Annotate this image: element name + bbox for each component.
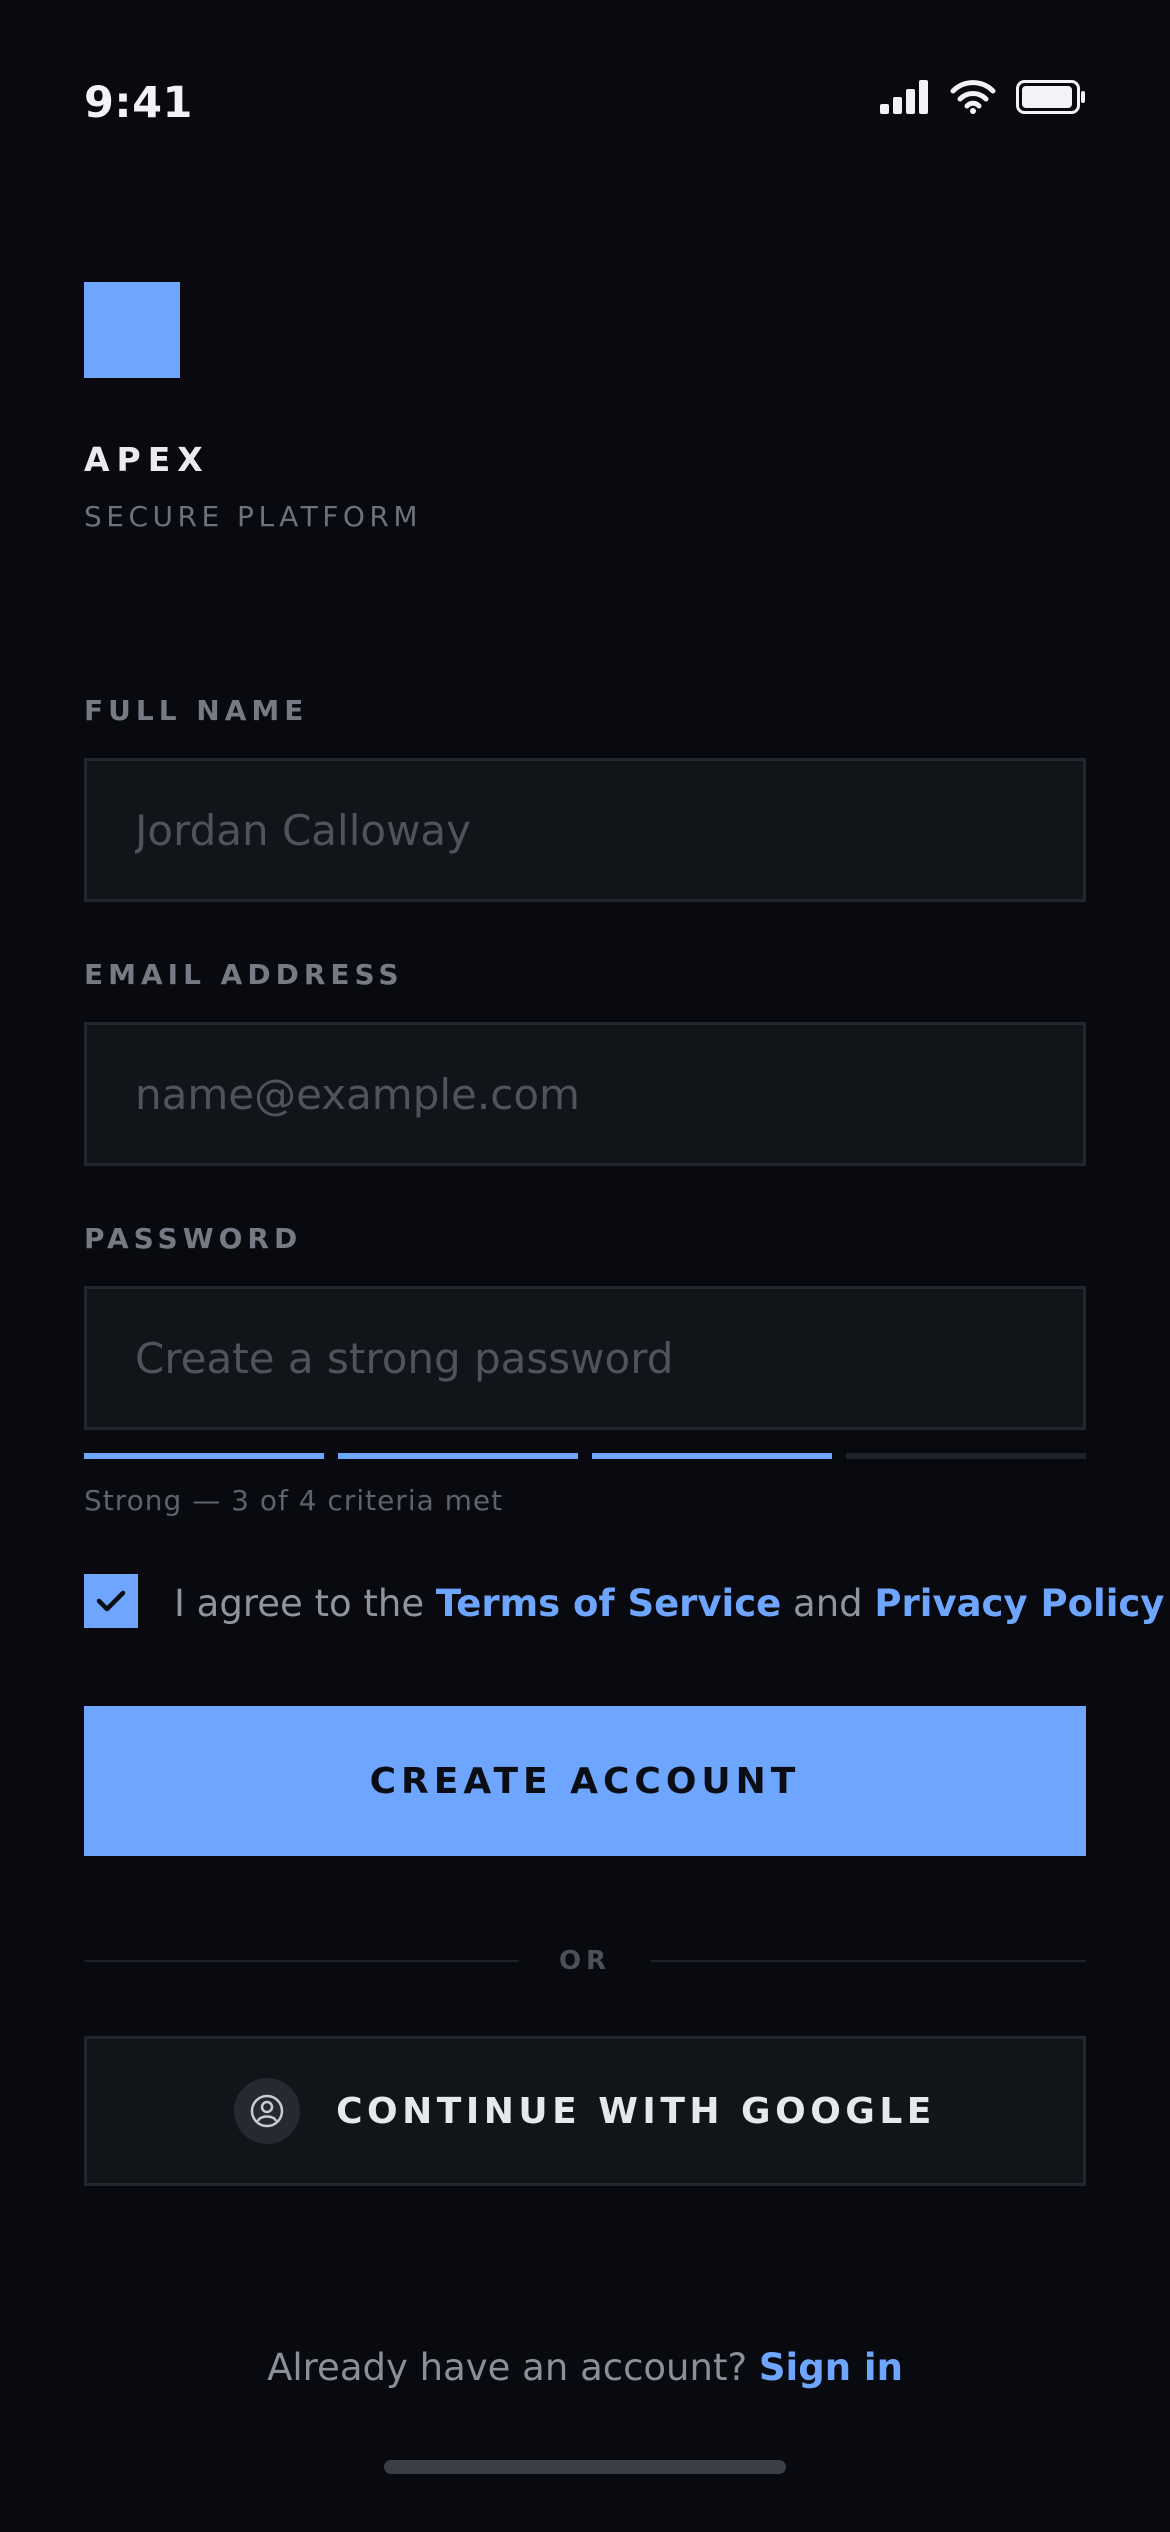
status-time: 9:41 <box>84 78 193 128</box>
signin-prompt: Already have an account? Sign in <box>0 2346 1170 2389</box>
strength-segment <box>592 1453 832 1459</box>
google-button-label: CONTINUE WITH GOOGLE <box>336 2090 936 2132</box>
wifi-icon <box>950 80 996 114</box>
battery-icon <box>1016 80 1085 114</box>
terms-prefix: I agree to the <box>174 1582 436 1625</box>
brand-tagline: SECURE PLATFORM <box>84 500 423 533</box>
divider-text: OR <box>558 1946 612 1976</box>
signup-screen: 9:41 APEX SECURE PLATFORM FULL NAME EMAI… <box>0 0 1170 2532</box>
cellular-signal-icon <box>880 80 928 114</box>
brand-name: APEX <box>84 440 210 479</box>
terms-of-service-link[interactable]: Terms of Service <box>436 1582 781 1625</box>
or-divider: OR <box>84 1946 1086 1976</box>
divider-line <box>651 1960 1086 1962</box>
strength-segment <box>846 1453 1086 1459</box>
privacy-policy-link[interactable]: Privacy Policy <box>874 1582 1164 1625</box>
full-name-label: FULL NAME <box>84 694 309 727</box>
user-circle-icon <box>234 2078 301 2144</box>
full-name-input[interactable] <box>84 758 1086 902</box>
password-strength-meter <box>84 1453 1086 1459</box>
continue-with-google-button[interactable]: CONTINUE WITH GOOGLE <box>84 2036 1086 2186</box>
divider-line <box>84 1960 519 1962</box>
strength-segment <box>338 1453 578 1459</box>
password-label: PASSWORD <box>84 1222 303 1255</box>
logo-mark <box>84 282 180 378</box>
home-indicator <box>384 2460 786 2474</box>
password-input[interactable] <box>84 1286 1086 1430</box>
sign-in-link[interactable]: Sign in <box>759 2346 903 2389</box>
strength-segment <box>84 1453 324 1459</box>
email-label: EMAIL ADDRESS <box>84 958 404 991</box>
create-account-button[interactable]: CREATE ACCOUNT <box>84 1706 1086 1856</box>
checkmark-icon <box>96 1590 126 1612</box>
terms-agreement: I agree to the Terms of Service and Priv… <box>174 1582 1164 1625</box>
password-strength-text: Strong — 3 of 4 criteria met <box>84 1484 504 1517</box>
email-input[interactable] <box>84 1022 1086 1166</box>
signin-prompt-text: Already have an account? <box>267 2346 759 2389</box>
terms-checkbox[interactable] <box>84 1574 138 1628</box>
status-icons <box>880 80 1086 114</box>
terms-middle: and <box>781 1582 875 1625</box>
